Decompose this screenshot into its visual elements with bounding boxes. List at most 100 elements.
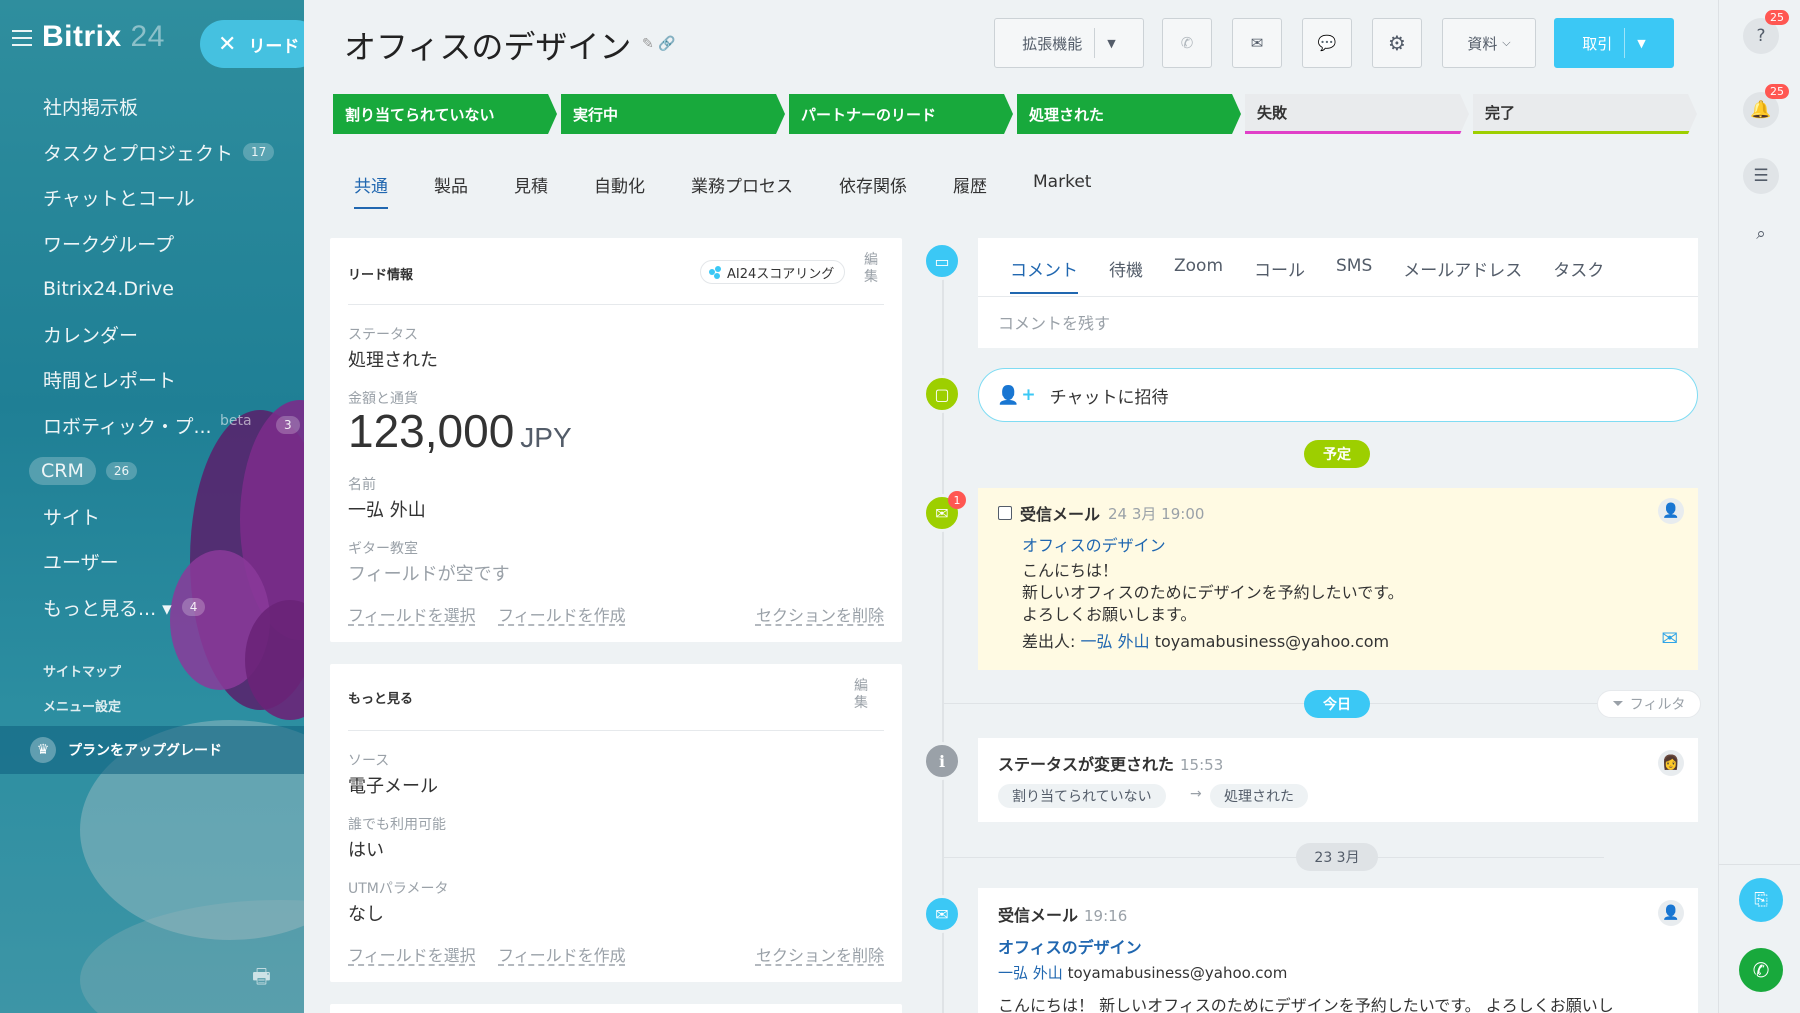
sidebar-item-chat[interactable]: チャットとコール bbox=[0, 175, 304, 221]
edit-pencil-link-icon[interactable]: ✎ 🔗 bbox=[642, 36, 676, 52]
documents-button[interactable]: 資料 ⌵ bbox=[1442, 18, 1536, 68]
chat-button[interactable]: 💬 bbox=[1302, 18, 1352, 68]
document-icon[interactable]: ⎘ bbox=[1739, 878, 1783, 922]
edit-button[interactable]: 編集 bbox=[854, 678, 870, 712]
select-field-link[interactable]: フィールドを選択 bbox=[348, 942, 476, 966]
avatar[interactable]: 👤 bbox=[1658, 498, 1684, 524]
menu-icon[interactable] bbox=[12, 30, 32, 46]
reply-email-icon[interactable]: ✉ bbox=[1661, 626, 1678, 650]
search-icon[interactable]: ⌕ bbox=[1743, 216, 1779, 252]
sender-email: toyamabusiness@yahoo.com bbox=[1067, 964, 1288, 982]
phone-icon[interactable]: ✆ bbox=[1739, 948, 1783, 992]
close-icon: ✕ bbox=[218, 31, 237, 57]
activity-composer: コメント 待機 Zoom コール SMS メールアドレス タスク コメントを残す bbox=[978, 238, 1698, 348]
lead-close-button[interactable]: ✕ リード bbox=[200, 20, 304, 68]
email-subject-link[interactable]: オフィスのデザイン bbox=[998, 934, 1142, 958]
status-value[interactable]: 処理された bbox=[348, 346, 438, 372]
call-button[interactable]: ✆ bbox=[1162, 18, 1212, 68]
company-value[interactable]: フィールドが空です bbox=[348, 560, 510, 586]
avatar[interactable]: 👤 bbox=[1658, 900, 1684, 926]
available-value[interactable]: はい bbox=[348, 836, 384, 862]
invite-to-chat-button[interactable]: 👤 + チャットに招待 bbox=[978, 368, 1698, 422]
tab-automation[interactable]: 自動化 bbox=[594, 172, 645, 209]
bell-icon[interactable]: 🔔 25 bbox=[1743, 84, 1789, 128]
right-rail: ? 25 🔔 25 ☰ ⌕ ⎘ ✆ bbox=[1718, 0, 1800, 1013]
sidebar-item-workgroups[interactable]: ワークグループ bbox=[0, 221, 304, 267]
sidebar-item-label: CRM bbox=[29, 456, 96, 485]
chevron-down-icon[interactable]: ▼ bbox=[1637, 37, 1645, 50]
email-button[interactable]: ✉ bbox=[1232, 18, 1282, 68]
tab-wait[interactable]: 待機 bbox=[1109, 256, 1143, 294]
avatar[interactable]: 👩 bbox=[1658, 750, 1684, 776]
tab-business-process[interactable]: 業務プロセス bbox=[691, 172, 793, 209]
tab-products[interactable]: 製品 bbox=[434, 172, 468, 209]
sender-name-link[interactable]: 一弘 外山 bbox=[1081, 632, 1150, 651]
tab-history[interactable]: 履歴 bbox=[953, 172, 987, 209]
currency: JPY bbox=[520, 422, 572, 453]
tab-task[interactable]: タスク bbox=[1553, 256, 1604, 294]
stage-failed[interactable]: 失敗 bbox=[1245, 94, 1469, 134]
next-card-edge bbox=[330, 1004, 902, 1013]
utm-value[interactable]: なし bbox=[348, 900, 384, 926]
sidebar-item-calendar[interactable]: カレンダー bbox=[0, 312, 304, 358]
chevron-down-icon[interactable]: ▼ bbox=[1107, 37, 1115, 50]
tab-common[interactable]: 共通 bbox=[354, 172, 388, 209]
sidebar-item-tasks[interactable]: タスクとプロジェクト 17 bbox=[0, 130, 304, 176]
ai-scoring-button[interactable]: AI24スコアリング bbox=[700, 260, 846, 284]
amount-value[interactable]: 123,000 JPY bbox=[348, 404, 572, 458]
sidebar-item-more[interactable]: もっと見る... ▾ 4 bbox=[0, 585, 304, 631]
help-icon[interactable]: ? 25 bbox=[1743, 10, 1789, 54]
sidebar-item-sites[interactable]: サイト bbox=[0, 494, 304, 540]
deal-button[interactable]: 取引 ▼ bbox=[1554, 18, 1674, 68]
bitrix-logo[interactable]: Bitrix 24 bbox=[42, 20, 165, 54]
sitemap-link[interactable]: サイトマップ bbox=[0, 650, 304, 690]
delete-section-link[interactable]: セクションを削除 bbox=[756, 602, 884, 626]
sidebar-item-drive[interactable]: Bitrix24.Drive bbox=[0, 266, 304, 312]
delete-section-link[interactable]: セクションを削除 bbox=[756, 942, 884, 966]
filter-icon: ⏷ bbox=[1612, 696, 1624, 712]
upgrade-plan-button[interactable]: ♛ プランをアップグレード bbox=[0, 726, 304, 774]
stage-unassigned[interactable]: 割り当てられていない bbox=[333, 94, 557, 134]
edit-button[interactable]: 編集 bbox=[864, 252, 880, 286]
menu-settings-link[interactable]: メニュー設定 bbox=[0, 690, 304, 720]
messages-icon[interactable]: ☰ bbox=[1743, 158, 1779, 194]
gear-icon: ⚙ bbox=[1388, 31, 1406, 55]
sidebar-header: Bitrix 24 ✕ リード bbox=[0, 16, 304, 68]
create-field-link[interactable]: フィールドを作成 bbox=[498, 602, 626, 626]
extensions-button[interactable]: 拡張機能 ▼ bbox=[994, 18, 1144, 68]
printer-icon[interactable]: 🖶 bbox=[252, 962, 271, 996]
name-value[interactable]: 一弘 外山 bbox=[348, 496, 426, 522]
tab-estimates[interactable]: 見積 bbox=[514, 172, 548, 209]
create-field-link[interactable]: フィールドを作成 bbox=[498, 942, 626, 966]
settings-button[interactable]: ⚙ bbox=[1372, 18, 1422, 68]
tab-dependencies[interactable]: 依存関係 bbox=[839, 172, 907, 209]
sender-name-link[interactable]: 一弘 外山 bbox=[998, 964, 1063, 982]
sidebar-item-rpa[interactable]: ロボティック・プ... beta 3 bbox=[0, 403, 304, 449]
email-subject-link[interactable]: オフィスのデザイン bbox=[1022, 532, 1166, 556]
stage-completed[interactable]: 完了 bbox=[1473, 94, 1697, 134]
select-field-link[interactable]: フィールドを選択 bbox=[348, 602, 476, 626]
extensions-label: 拡張機能 bbox=[1022, 34, 1083, 53]
sidebar-item-users[interactable]: ユーザー bbox=[0, 539, 304, 585]
sidebar-item-crm[interactable]: CRM 26 bbox=[0, 448, 304, 494]
filter-button[interactable]: ⏷ フィルタ bbox=[1597, 690, 1701, 718]
tab-market[interactable]: Market bbox=[1033, 172, 1091, 209]
sidebar-item-feed[interactable]: 社内掲示板 bbox=[0, 84, 304, 130]
complete-checkbox[interactable] bbox=[998, 506, 1012, 520]
stage-processed[interactable]: 処理された bbox=[1017, 94, 1241, 134]
sidebar-item-label: カレンダー bbox=[43, 324, 139, 347]
tab-email[interactable]: メールアドレス bbox=[1403, 256, 1522, 294]
more-info-card: もっと見る 編集 ソース 電子メール 誰でも利用可能 はい UTMパラメータ な… bbox=[330, 664, 902, 982]
today-badge: 今日 bbox=[1304, 690, 1370, 718]
source-value[interactable]: 電子メール bbox=[348, 772, 438, 798]
sidebar-item-time-reports[interactable]: 時間とレポート bbox=[0, 357, 304, 403]
tab-zoom[interactable]: Zoom bbox=[1174, 256, 1223, 294]
chat-bubble-icon: ▢ bbox=[923, 375, 961, 413]
tab-sms[interactable]: SMS bbox=[1336, 256, 1372, 294]
comment-input[interactable]: コメントを残す bbox=[998, 310, 1110, 334]
incoming-email-card: 受信メール 24 3月 19:00 オフィスのデザイン こんにちは！ 新しいオフ… bbox=[978, 488, 1698, 670]
stage-partner-lead[interactable]: パートナーのリード bbox=[789, 94, 1013, 134]
stage-in-progress[interactable]: 実行中 bbox=[561, 94, 785, 134]
tab-call[interactable]: コール bbox=[1254, 256, 1305, 294]
tab-comment[interactable]: コメント bbox=[1010, 256, 1078, 294]
